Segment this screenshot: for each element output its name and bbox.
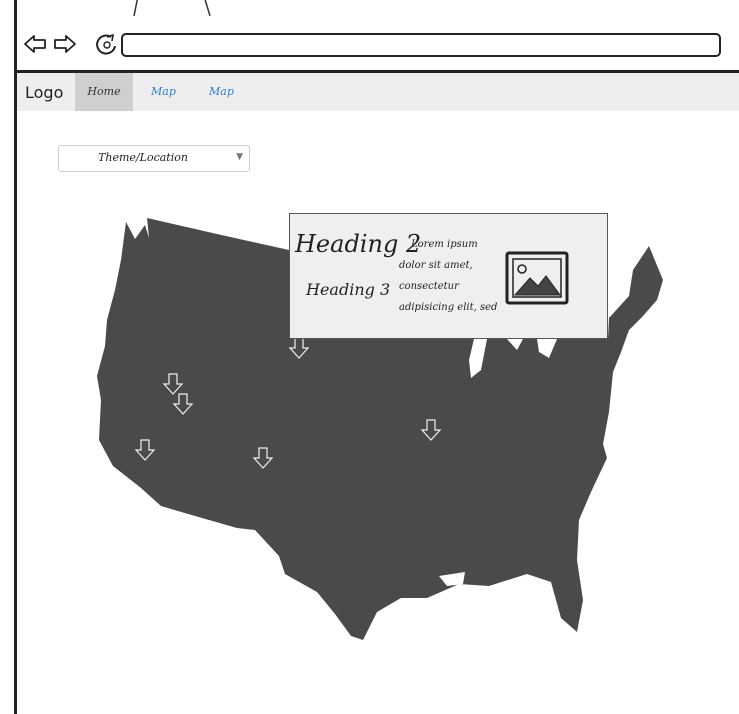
- image-placeholder-icon: [505, 251, 569, 305]
- browser-window: Logo Home Map Map Theme/Location ▼ Headi…: [14, 0, 739, 714]
- popup-body-text: Lorem ipsum dolor sit amet, consectetur …: [399, 239, 498, 313]
- map-popup-card[interactable]: Heading 2 Heading 3 Lorem ipsum dolor si…: [289, 213, 608, 339]
- popup-heading-3: Heading 3: [306, 280, 391, 299]
- us-map[interactable]: [17, 0, 739, 714]
